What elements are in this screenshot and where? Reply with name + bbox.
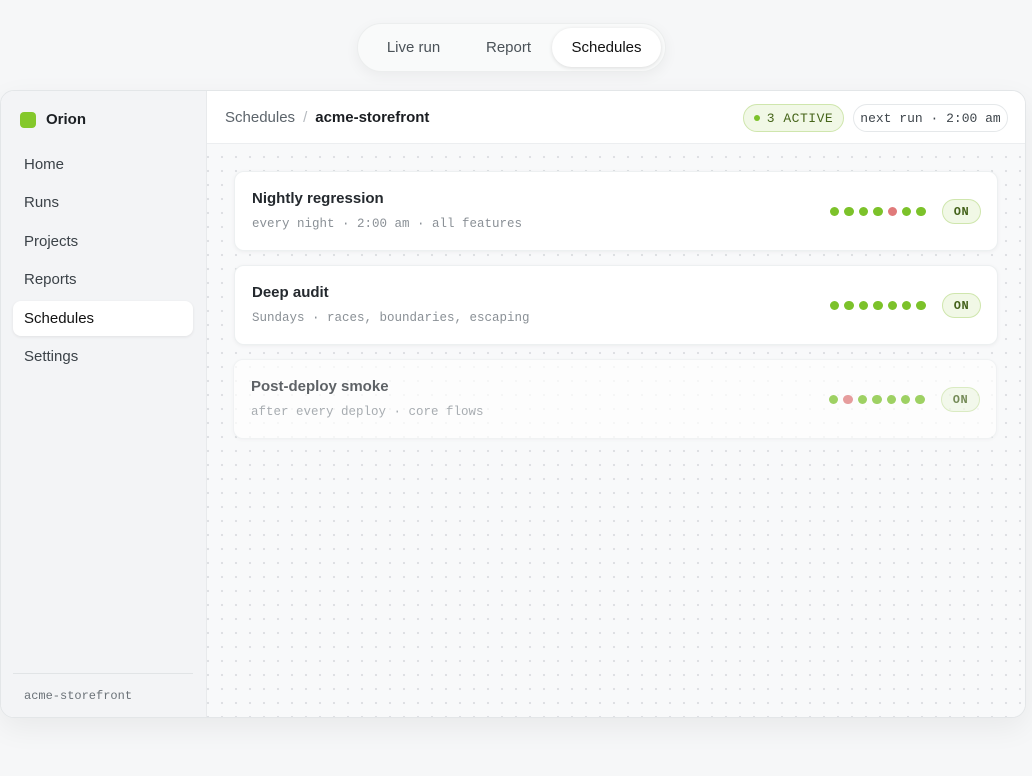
sidebar-item-schedules[interactable]: Schedules <box>13 300 193 336</box>
schedule-toggle[interactable]: ON <box>942 293 981 318</box>
breadcrumb-root[interactable]: Schedules <box>225 109 295 126</box>
tab-schedules[interactable]: Schedules <box>552 28 661 67</box>
schedule-subtitle: after every deploy · core flows <box>251 405 484 419</box>
run-pass-dot <box>857 395 868 405</box>
run-history <box>830 301 926 311</box>
breadcrumb-separator: / <box>303 108 308 126</box>
run-pass-dot <box>844 207 854 217</box>
schedule-title: Nightly regression <box>252 190 384 207</box>
next-run-badge: next run · 2:00 am <box>853 104 1008 132</box>
top-tab-bar: Live run Report Schedules <box>357 23 666 72</box>
active-count-label: 3 ACTIVE <box>766 110 834 126</box>
sidebar-item-runs[interactable]: Runs <box>13 185 193 220</box>
app-window: Orion Home Runs Projects Reports Schedul… <box>0 90 1026 718</box>
run-fail-dot <box>887 207 897 217</box>
workspace-label[interactable]: acme-storefront <box>13 673 193 717</box>
run-pass-dot <box>872 395 882 405</box>
tab-report[interactable]: Report <box>465 28 552 67</box>
sidebar: Orion Home Runs Projects Reports Schedul… <box>1 91 207 717</box>
run-pass-dot <box>873 207 883 217</box>
status-dot-icon <box>753 115 760 121</box>
schedule-card-nightly-regression[interactable]: Nightly regression every night · 2:00 am… <box>234 171 998 251</box>
run-pass-dot <box>858 301 869 311</box>
schedule-subtitle: Sundays · races, boundaries, escaping <box>252 311 530 325</box>
run-pass-dot <box>916 207 926 217</box>
run-pass-dot <box>844 301 854 311</box>
schedule-card-post-deploy-smoke[interactable]: Post-deploy smoke after every deploy · c… <box>233 359 997 439</box>
tab-live-run[interactable]: Live run <box>362 28 465 67</box>
schedule-card-deep-audit[interactable]: Deep audit Sundays · races, boundaries, … <box>234 265 998 345</box>
main-content: Schedules / acme-storefront 3 ACTIVE nex… <box>207 91 1025 717</box>
run-history <box>829 395 925 405</box>
content-header: Schedules / acme-storefront 3 ACTIVE nex… <box>207 91 1025 144</box>
run-pass-dot <box>915 395 925 405</box>
run-pass-dot <box>900 395 911 405</box>
schedule-toggle[interactable]: ON <box>942 199 981 224</box>
breadcrumb-current: acme-storefront <box>315 108 430 126</box>
run-pass-dot <box>858 207 869 217</box>
schedule-title: Deep audit <box>252 284 329 301</box>
schedule-toggle[interactable]: ON <box>941 387 980 412</box>
sidebar-nav: Home Runs Projects Reports Schedules Set… <box>13 147 193 377</box>
run-pass-dot <box>901 207 912 217</box>
schedule-subtitle: every night · 2:00 am · all features <box>252 217 523 231</box>
run-pass-dot <box>830 301 840 311</box>
run-pass-dot <box>873 301 883 311</box>
run-history <box>830 207 926 217</box>
sidebar-item-home[interactable]: Home <box>13 147 193 182</box>
run-pass-dot <box>830 207 840 217</box>
run-pass-dot <box>886 395 896 405</box>
schedule-title: Post-deploy smoke <box>251 378 389 395</box>
brand-name: Orion <box>46 111 86 128</box>
active-count-badge: 3 ACTIVE <box>743 104 844 132</box>
orion-logo-icon <box>20 111 36 128</box>
run-pass-dot <box>887 301 897 311</box>
run-pass-dot <box>916 301 926 311</box>
schedule-list: Nightly regression every night · 2:00 am… <box>207 144 1025 717</box>
brand[interactable]: Orion <box>20 111 86 128</box>
sidebar-item-settings[interactable]: Settings <box>13 339 193 374</box>
run-pass-dot <box>901 301 912 311</box>
run-fail-dot <box>843 395 853 405</box>
sidebar-item-projects[interactable]: Projects <box>13 224 193 259</box>
sidebar-item-reports[interactable]: Reports <box>13 262 193 297</box>
run-pass-dot <box>829 395 839 405</box>
